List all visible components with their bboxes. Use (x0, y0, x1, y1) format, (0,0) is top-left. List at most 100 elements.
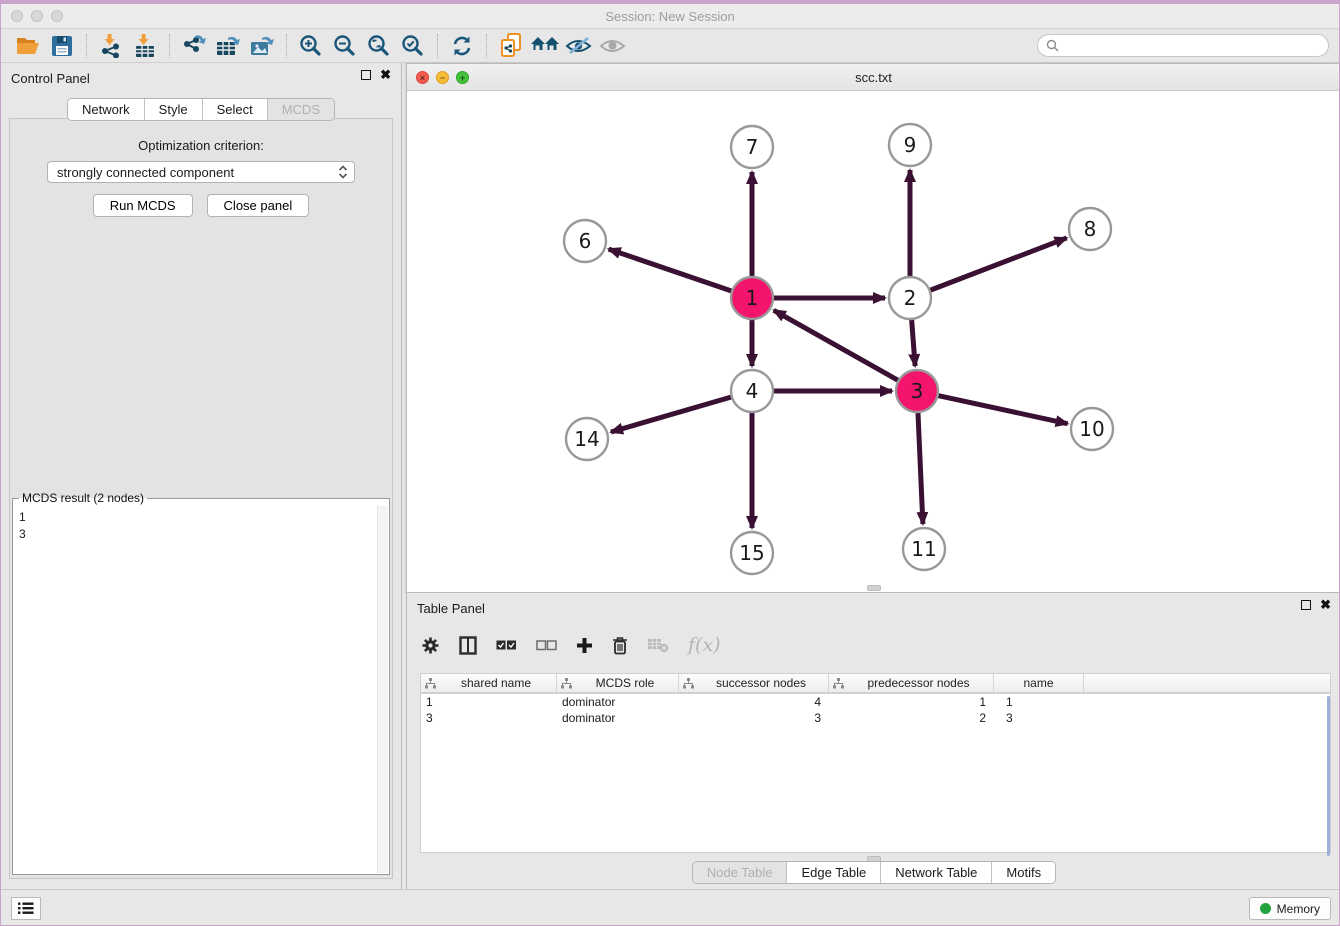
table-row[interactable]: 3dominator323 (421, 710, 1330, 726)
optimization-criterion-select[interactable]: strongly connected component (47, 161, 355, 183)
run-mcds-button[interactable]: Run MCDS (93, 194, 193, 217)
zoom-selected-button[interactable] (396, 31, 430, 61)
tab-network-table[interactable]: Network Table (880, 862, 991, 883)
export-table-button[interactable] (211, 31, 245, 61)
graph-node-label-4: 4 (746, 379, 759, 403)
mcds-result-box: MCDS result (2 nodes) 13 (12, 491, 390, 875)
cell-shared-name[interactable]: 3 (421, 711, 557, 725)
show-all-button[interactable] (596, 31, 630, 61)
zoom-fit-icon (367, 34, 391, 58)
search-box[interactable] (1037, 34, 1329, 57)
node-table[interactable]: shared nameMCDS rolesuccessor nodesprede… (420, 673, 1331, 853)
attribute-tree-icon (425, 678, 436, 689)
refresh-button[interactable] (445, 31, 479, 61)
tab-network[interactable]: Network (68, 99, 144, 120)
result-scrollbar[interactable] (377, 506, 388, 873)
zoom-out-button[interactable] (328, 31, 362, 61)
task-history-button[interactable] (11, 897, 41, 920)
tab-node-table[interactable]: Node Table (693, 862, 787, 883)
column-header-MCDS-role[interactable]: MCDS role (557, 674, 679, 692)
graph-edge-3-10 (938, 396, 1067, 424)
control-panel-tabs: NetworkStyleSelectMCDS (67, 98, 335, 121)
search-input[interactable] (1059, 39, 1320, 53)
graph-node-label-11: 11 (911, 537, 936, 561)
gear-icon (421, 636, 440, 655)
zoom-in-icon (299, 34, 323, 58)
zoom-in-button[interactable] (294, 31, 328, 61)
hide-selected-button[interactable] (562, 31, 596, 61)
table-tabs: Node TableEdge TableNetwork TableMotifs (692, 861, 1056, 884)
cell-name[interactable]: 1 (994, 695, 1084, 709)
selected-criterion: strongly connected component (57, 165, 336, 180)
network-canvas[interactable]: 7968124314101511 (407, 91, 1340, 592)
select-all-columns-button[interactable] (496, 640, 517, 651)
trash-icon (612, 636, 628, 655)
graph-node-label-10: 10 (1079, 417, 1104, 441)
graph-node-label-6: 6 (579, 229, 592, 253)
mcds-result-list[interactable]: 13 (13, 507, 376, 874)
table-settings-button[interactable] (421, 636, 440, 655)
graph-node-label-15: 15 (739, 541, 764, 565)
cell-shared-name[interactable]: 1 (421, 695, 557, 709)
table-panel-title: Table Panel (417, 601, 485, 616)
delete-column-button[interactable] (612, 636, 628, 655)
control-panel-title: Control Panel (11, 71, 90, 86)
cell-MCDS-role[interactable]: dominator (557, 711, 679, 725)
tab-style[interactable]: Style (144, 99, 202, 120)
export-image-button[interactable] (245, 31, 279, 61)
graph-node-label-3: 3 (911, 379, 924, 403)
column-header-successor-nodes[interactable]: successor nodes (679, 674, 829, 692)
network-from-selection-icon (499, 33, 523, 59)
zoom-selected-icon (401, 34, 425, 58)
network-window: × − + scc.txt 7968124314101511 (406, 63, 1340, 593)
float-panel-icon[interactable] (361, 70, 371, 80)
close-panel-icon[interactable]: ✖ (380, 70, 391, 80)
cell-name[interactable]: 3 (994, 711, 1084, 725)
cell-predecessor-nodes[interactable]: 2 (829, 711, 994, 725)
select-stepper-icon (336, 164, 350, 180)
home-layout-button[interactable] (528, 31, 562, 61)
memory-button[interactable]: Memory (1249, 897, 1331, 920)
export-network-button[interactable] (177, 31, 211, 61)
save-session-button[interactable] (45, 31, 79, 61)
graph-node-label-2: 2 (904, 286, 917, 310)
cell-successor-nodes[interactable]: 3 (679, 711, 829, 725)
close-panel-button[interactable]: Close panel (207, 194, 310, 217)
tab-select[interactable]: Select (202, 99, 267, 120)
network-graph[interactable]: 7968124314101511 (407, 91, 1340, 592)
table-row[interactable]: 1dominator411 (421, 694, 1330, 710)
control-panel: Control Panel ✖ NetworkStyleSelectMCDS O… (1, 63, 402, 891)
network-window-titlebar[interactable]: × − + scc.txt (407, 64, 1340, 91)
toolbar-separator (286, 34, 287, 58)
unselect-all-columns-button[interactable] (536, 640, 557, 651)
eye-slash-icon (565, 35, 593, 57)
float-table-panel-icon[interactable] (1301, 600, 1311, 610)
main-toolbar (1, 29, 1339, 63)
function-builder-button-disabled: f(x) (688, 634, 721, 656)
graph-node-label-9: 9 (904, 133, 917, 157)
open-session-button[interactable] (11, 31, 45, 61)
graph-edge-4-14 (611, 397, 731, 432)
tab-motifs[interactable]: Motifs (991, 862, 1055, 883)
import-table-button[interactable] (128, 31, 162, 61)
cell-MCDS-role[interactable]: dominator (557, 695, 679, 709)
toolbar-separator (437, 34, 438, 58)
zoom-fit-button[interactable] (362, 31, 396, 61)
column-header-name[interactable]: name (994, 674, 1084, 692)
cell-successor-nodes[interactable]: 4 (679, 695, 829, 709)
optimization-criterion-label: Optimization criterion: (10, 138, 392, 153)
column-header-predecessor-nodes[interactable]: predecessor nodes (829, 674, 994, 692)
checked-boxes-icon (496, 640, 517, 651)
close-table-panel-icon[interactable]: ✖ (1320, 600, 1331, 610)
new-network-from-selection-button[interactable] (494, 31, 528, 61)
tab-edge-table[interactable]: Edge Table (786, 862, 880, 883)
cell-predecessor-nodes[interactable]: 1 (829, 695, 994, 709)
tab-mcds[interactable]: MCDS (267, 99, 334, 120)
column-header-shared-name[interactable]: shared name (421, 674, 557, 692)
mcds-panel: Optimization criterion: strongly connect… (9, 118, 393, 879)
network-resize-grip[interactable] (867, 585, 881, 591)
create-column-button[interactable] (576, 637, 593, 654)
show-column-button[interactable] (459, 636, 477, 655)
table-scrollbar[interactable] (1327, 696, 1330, 856)
import-network-button[interactable] (94, 31, 128, 61)
